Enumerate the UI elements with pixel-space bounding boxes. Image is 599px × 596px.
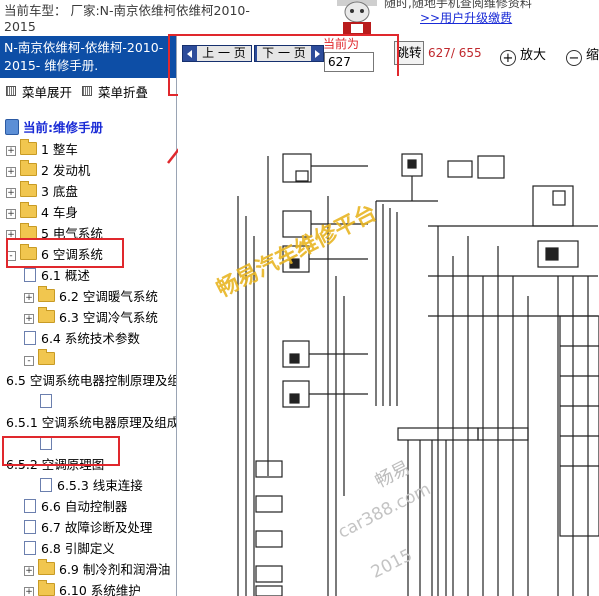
tree-view: +1 整车 +2 发动机 +3 底盘 +4 车身 +5 电气系统 -6 空调系统 6.1 概… bbox=[0, 0, 176, 596]
tree-item-label: 6.7 故障诊断及处理 bbox=[41, 520, 153, 535]
zoom-in-icon: + bbox=[500, 50, 516, 66]
highlight-box-schematic bbox=[2, 436, 120, 466]
page-icon bbox=[40, 478, 52, 492]
folder-icon bbox=[20, 139, 37, 155]
tree-item-label: 6.10 系统维护 bbox=[59, 583, 141, 596]
expand-node-icon[interactable]: + bbox=[6, 209, 16, 219]
tree-item-label: 6.8 引脚定义 bbox=[41, 541, 115, 556]
tree-item[interactable]: - bbox=[24, 349, 59, 370]
tree-item[interactable]: 6.5 空调系统电器控制原理及组 bbox=[6, 371, 176, 391]
highlight-box-air-conditioning bbox=[6, 238, 124, 268]
zoom-out-icon: − bbox=[566, 50, 582, 66]
folder-icon bbox=[38, 559, 55, 575]
page-icon bbox=[40, 394, 52, 408]
tree-item[interactable]: 6.4 系统技术参数 bbox=[24, 329, 140, 349]
tree-item-label: 6.5.3 线束连接 bbox=[57, 478, 143, 493]
tree-item[interactable] bbox=[40, 392, 57, 412]
expand-node-icon[interactable]: + bbox=[6, 167, 16, 177]
tree-item-label: 6.6 自动控制器 bbox=[41, 499, 128, 514]
notice-box: 随时,随地手机查阅维修资料 >>用户升级缴费 bbox=[384, 0, 599, 36]
page-icon bbox=[24, 499, 36, 513]
tree-item-label: 1 整车 bbox=[41, 142, 78, 157]
folder-icon bbox=[20, 202, 37, 218]
tree-item-label: 4 车身 bbox=[41, 205, 78, 220]
tree-item[interactable]: +1 整车 bbox=[6, 139, 78, 160]
zoom-out-button[interactable]: − 缩 bbox=[566, 44, 599, 66]
tree-item[interactable]: +6.3 空调冷气系统 bbox=[24, 307, 158, 328]
tree-item[interactable]: +6.10 系统维护 bbox=[24, 580, 141, 596]
tree-item[interactable]: 6.7 故障诊断及处理 bbox=[24, 518, 152, 538]
expand-node-icon[interactable]: + bbox=[24, 587, 34, 596]
folder-icon bbox=[20, 160, 37, 176]
tree-item-label: 6.9 制冷剂和润滑油 bbox=[59, 562, 171, 577]
tree-item-label: 6.4 系统技术参数 bbox=[41, 331, 140, 346]
expand-node-icon[interactable]: + bbox=[6, 146, 16, 156]
tree-item[interactable]: +2 发动机 bbox=[6, 160, 91, 181]
folder-icon bbox=[38, 307, 55, 323]
page-icon bbox=[24, 331, 36, 345]
tree-item[interactable]: 6.8 引脚定义 bbox=[24, 539, 115, 559]
tree-item-label: 6.1 概述 bbox=[41, 268, 90, 283]
tree-item-label: 3 底盘 bbox=[41, 184, 78, 199]
tree-item-label: 6.5 空调系统电器控制原理及组 bbox=[6, 373, 176, 388]
zoom-out-label: 缩 bbox=[586, 48, 599, 63]
tree-item-label: 6.2 空调暖气系统 bbox=[59, 289, 158, 304]
page-icon bbox=[24, 268, 36, 282]
tree-item[interactable]: +6.9 制冷剂和润滑油 bbox=[24, 559, 171, 580]
tree-item[interactable]: +4 车身 bbox=[6, 202, 78, 223]
expand-node-icon[interactable]: + bbox=[6, 188, 16, 198]
tree-item[interactable]: 6.6 自动控制器 bbox=[24, 497, 127, 517]
tree-item[interactable]: 6.5.3 线束连接 bbox=[40, 476, 143, 496]
upgrade-link[interactable]: >>用户升级缴费 bbox=[420, 9, 512, 26]
tree-item-label: 2 发动机 bbox=[41, 163, 91, 178]
expand-node-icon[interactable]: + bbox=[24, 293, 34, 303]
tree-item[interactable]: +6.2 空调暖气系统 bbox=[24, 286, 158, 307]
tree-item[interactable]: 6.5.1 空调系统电器原理及组成 bbox=[6, 413, 176, 433]
page-icon bbox=[24, 541, 36, 555]
expand-node-icon[interactable]: + bbox=[24, 314, 34, 324]
zoom-in-label: 放大 bbox=[520, 48, 547, 63]
tree-item-label: 6.5.1 空调系统电器原理及组成 bbox=[6, 415, 176, 430]
folder-icon bbox=[38, 349, 55, 365]
zoom-in-button[interactable]: + 放大 bbox=[500, 44, 546, 66]
folder-icon bbox=[38, 580, 55, 596]
folder-icon bbox=[20, 181, 37, 197]
expand-node-icon[interactable]: + bbox=[24, 566, 34, 576]
tree-item[interactable]: +3 底盘 bbox=[6, 181, 78, 202]
tree-item-label: 6.3 空调冷气系统 bbox=[59, 310, 158, 325]
tree-item[interactable]: 6.1 概述 bbox=[24, 266, 90, 286]
folder-icon bbox=[38, 286, 55, 302]
page-count: 627/ 655 bbox=[428, 46, 482, 60]
collapse-node-icon[interactable]: - bbox=[24, 356, 34, 366]
mascot-icon bbox=[333, 0, 381, 36]
page-icon bbox=[24, 520, 36, 534]
